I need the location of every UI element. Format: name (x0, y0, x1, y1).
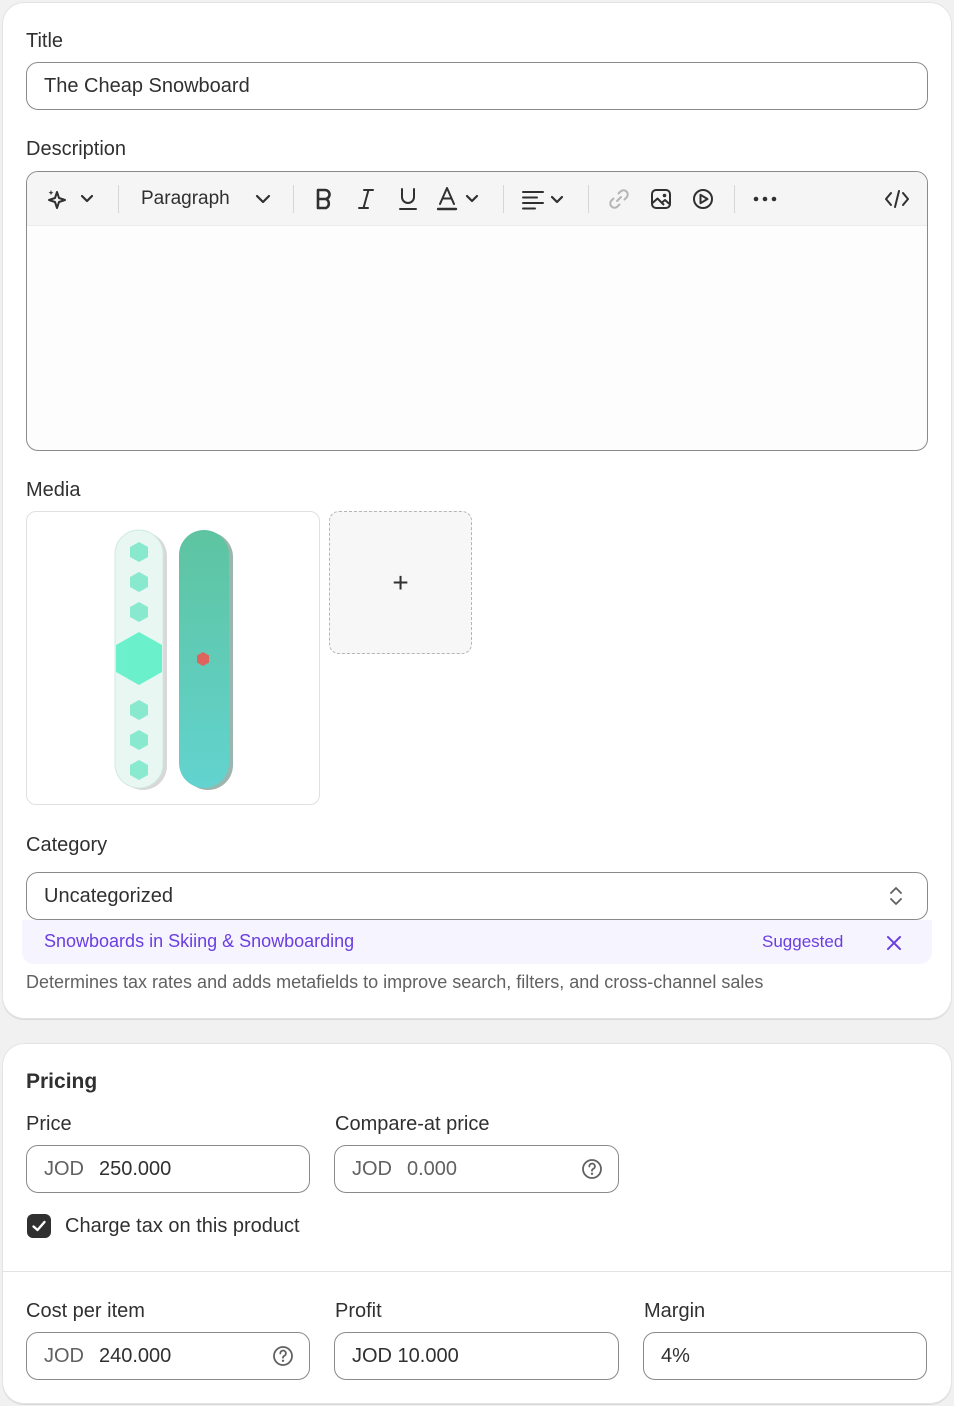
margin-field[interactable]: 4% (643, 1332, 927, 1380)
category-suggestion: Snowboards in Skiing & Snowboarding Sugg… (22, 920, 932, 964)
compare-at-input[interactable]: JOD 0.000 (334, 1145, 619, 1193)
image-button[interactable] (649, 183, 673, 215)
editor-toolbar: Paragraph (27, 172, 927, 226)
title-input[interactable]: The Cheap Snowboard (26, 62, 928, 110)
paragraph-select[interactable]: Paragraph (141, 183, 273, 215)
more-icon (753, 196, 777, 202)
dismiss-suggestion-button[interactable] (886, 929, 902, 957)
magic-icon (48, 190, 94, 209)
toolbar-separator (503, 185, 504, 213)
underline-icon (399, 188, 417, 210)
compare-at-label: Compare-at price (335, 1113, 490, 1135)
pricing-card: Pricing Price JOD 250.000 Compare-at pri… (2, 1043, 952, 1404)
price-label: Price (26, 1113, 72, 1135)
video-icon (693, 189, 713, 209)
more-button[interactable] (751, 183, 779, 215)
cost-label: Cost per item (26, 1300, 145, 1322)
paragraph-select-label: Paragraph (141, 188, 230, 209)
add-media-button[interactable]: + (329, 511, 472, 654)
help-icon[interactable] (581, 1158, 603, 1180)
link-icon (609, 189, 629, 209)
text-color-icon (437, 187, 479, 211)
cost-input[interactable]: JOD 240.000 (26, 1332, 310, 1380)
checkmark-icon (32, 1220, 46, 1232)
cost-currency: JOD (44, 1344, 84, 1367)
description-content-area[interactable] (27, 226, 927, 450)
category-suggestion-link[interactable]: Snowboards in Skiing & Snowboarding (44, 931, 354, 952)
cost-value: 240.000 (99, 1344, 172, 1367)
charge-tax-label: Charge tax on this product (65, 1215, 300, 1237)
italic-button[interactable] (353, 183, 379, 215)
code-icon (885, 190, 909, 208)
category-select[interactable]: Uncategorized (26, 872, 928, 920)
profit-field[interactable]: JOD 10.000 (334, 1332, 619, 1380)
magic-button[interactable] (45, 183, 97, 215)
price-input[interactable]: JOD 250.000 (26, 1145, 310, 1193)
compare-at-currency: JOD (352, 1157, 392, 1180)
pricing-heading: Pricing (26, 1070, 98, 1093)
charge-tax-checkbox[interactable] (27, 1214, 51, 1238)
margin-label: Margin (644, 1300, 706, 1322)
compare-at-placeholder: 0.000 (407, 1157, 458, 1180)
bold-button[interactable] (311, 183, 337, 215)
category-value: Uncategorized (44, 884, 173, 907)
toolbar-separator (734, 185, 735, 213)
align-button[interactable] (521, 183, 567, 215)
margin-value: 4% (661, 1344, 690, 1367)
product-details-card: Title The Cheap Snowboard Description Pa… (2, 2, 952, 1019)
help-icon[interactable] (272, 1345, 294, 1367)
profit-label: Profit (335, 1300, 382, 1322)
section-divider (2, 1271, 952, 1272)
title-label: Title (26, 30, 64, 52)
video-button[interactable] (691, 183, 715, 215)
close-icon (887, 936, 901, 950)
italic-icon (358, 189, 374, 209)
title-value: The Cheap Snowboard (44, 74, 250, 97)
category-label: Category (26, 834, 108, 856)
image-icon (651, 189, 671, 209)
bold-icon (316, 188, 331, 210)
link-button[interactable] (607, 183, 631, 215)
toolbar-separator (588, 185, 589, 213)
toolbar-separator (293, 185, 294, 213)
media-label: Media (26, 479, 81, 501)
align-icon (522, 191, 564, 210)
chevron-down-icon (255, 194, 271, 204)
profit-value: JOD 10.000 (352, 1344, 459, 1367)
text-color-button[interactable] (437, 183, 483, 215)
media-thumbnail[interactable] (26, 511, 320, 805)
code-button[interactable] (883, 183, 911, 215)
select-arrows-icon (890, 887, 902, 905)
category-help-text: Determines tax rates and adds metafields… (26, 972, 764, 992)
price-currency: JOD (44, 1157, 84, 1180)
snowboard-image (114, 529, 233, 790)
suggested-badge: Suggested (762, 932, 844, 951)
toolbar-separator (118, 185, 119, 213)
description-editor: Paragraph (26, 171, 928, 451)
description-label: Description (26, 138, 127, 160)
underline-button[interactable] (395, 183, 421, 215)
price-value: 250.000 (99, 1157, 172, 1180)
plus-icon: + (392, 566, 409, 598)
